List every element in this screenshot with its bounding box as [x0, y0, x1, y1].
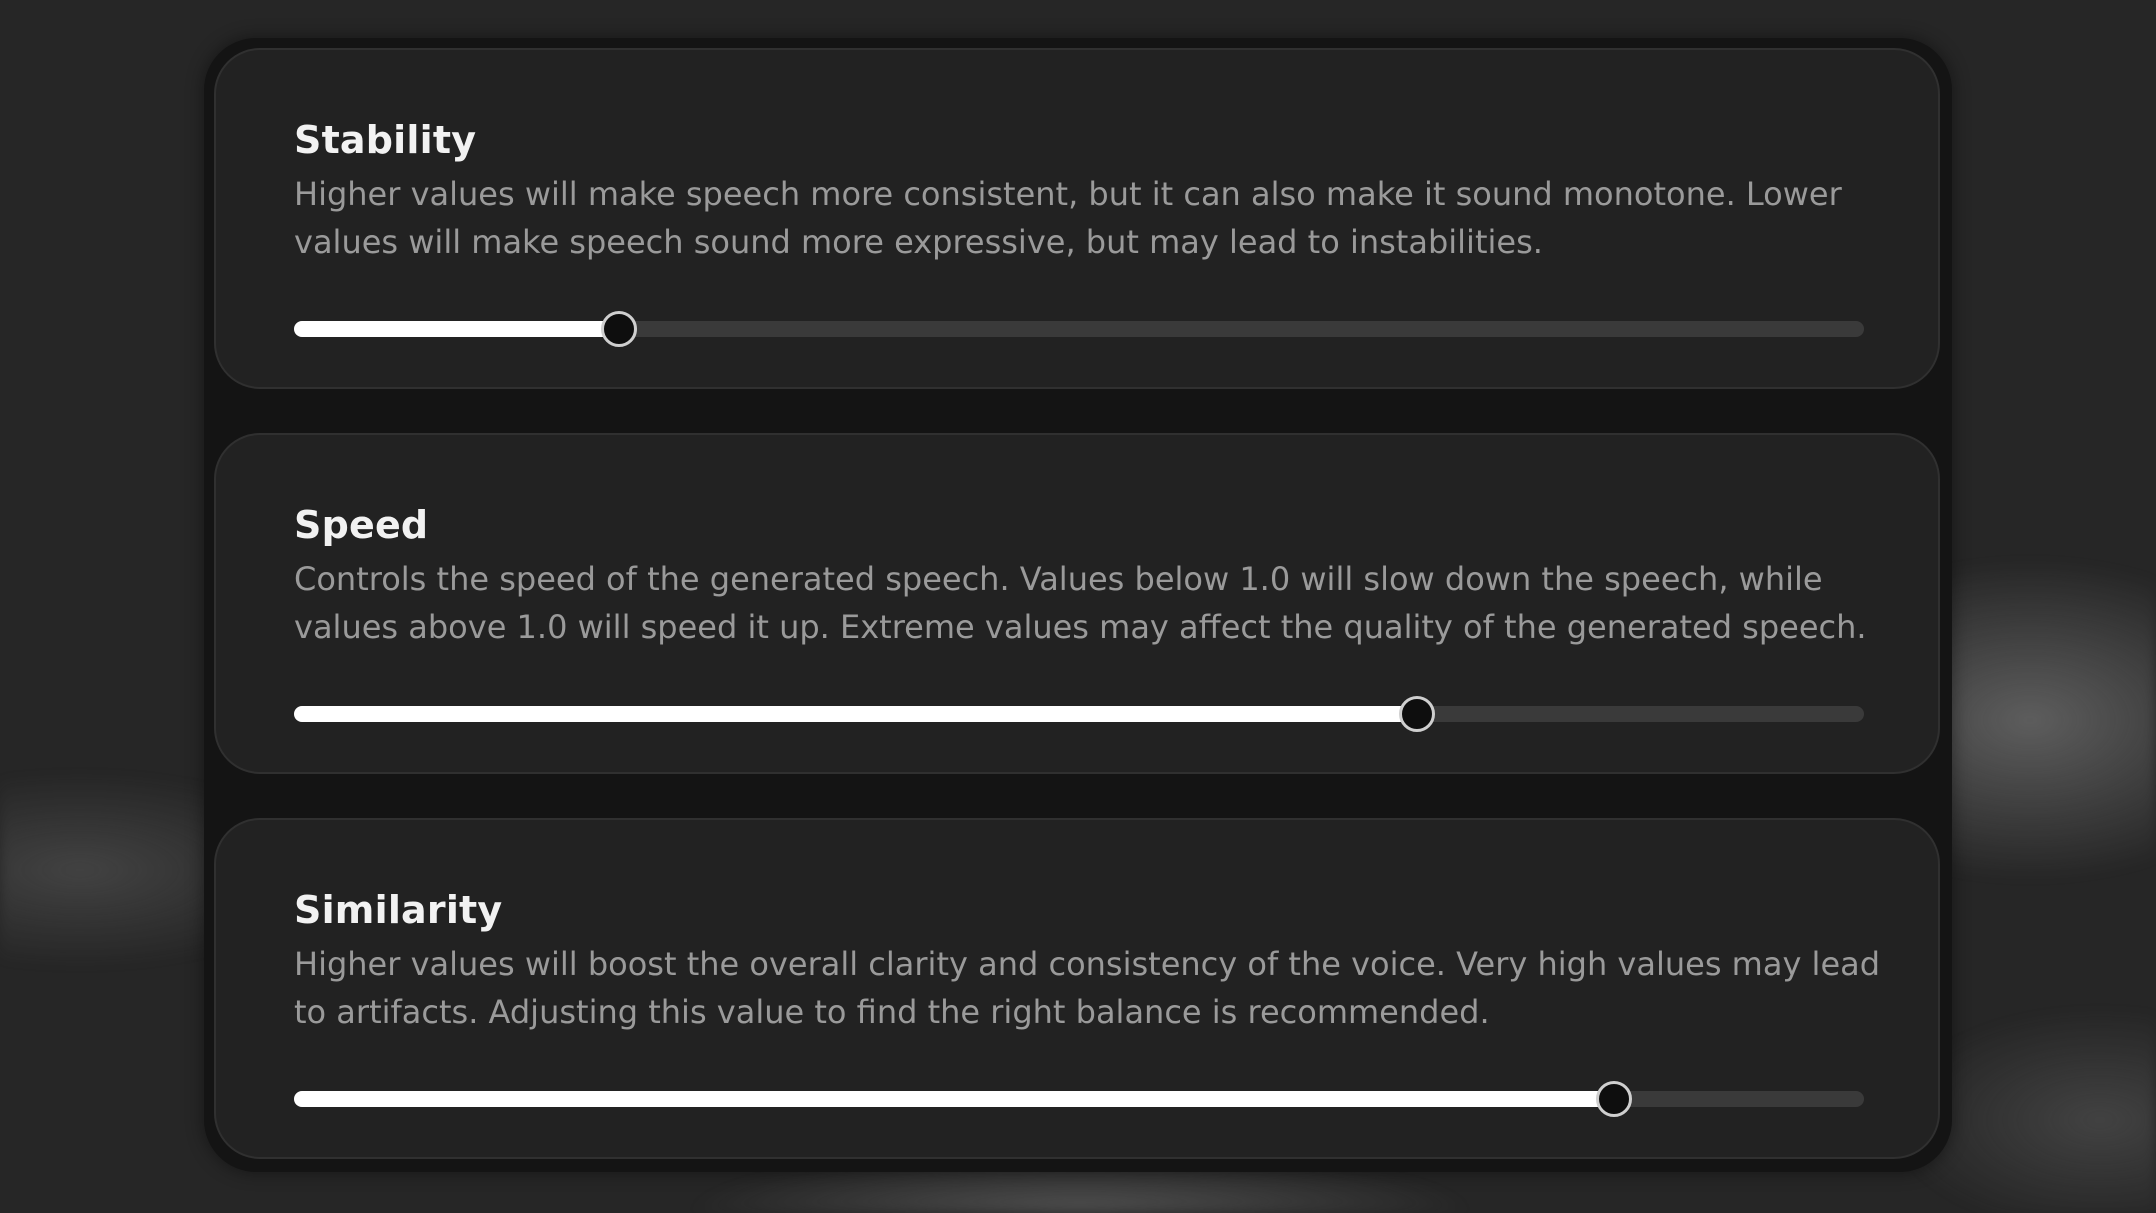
stability-slider[interactable]	[294, 311, 1864, 347]
stability-description: Higher values will make speech more cons…	[294, 175, 1842, 261]
similarity-title: Similarity	[294, 888, 503, 932]
speed-description: Controls the speed of the generated spee…	[294, 560, 1867, 646]
similarity-slider-fill	[294, 1091, 1615, 1107]
similarity-description: Higher values will boost the overall cla…	[294, 945, 1881, 1031]
stability-card: Stability Higher values will make speech…	[214, 48, 1940, 389]
speed-card: Speed Controls the speed of the generate…	[214, 433, 1940, 774]
stability-slider-fill	[294, 321, 619, 337]
speed-slider-thumb[interactable]	[1398, 696, 1435, 732]
voice-settings-panel: Stability Higher values will make speech…	[204, 38, 1952, 1172]
similarity-slider-thumb[interactable]	[1596, 1081, 1633, 1117]
stability-title: Stability	[294, 118, 477, 162]
speed-slider-fill	[294, 706, 1417, 722]
speed-title: Speed	[294, 503, 429, 547]
similarity-card: Similarity Higher values will boost the …	[214, 818, 1940, 1159]
similarity-slider[interactable]	[294, 1081, 1864, 1117]
speed-slider[interactable]	[294, 696, 1864, 732]
stability-slider-thumb[interactable]	[600, 311, 637, 347]
